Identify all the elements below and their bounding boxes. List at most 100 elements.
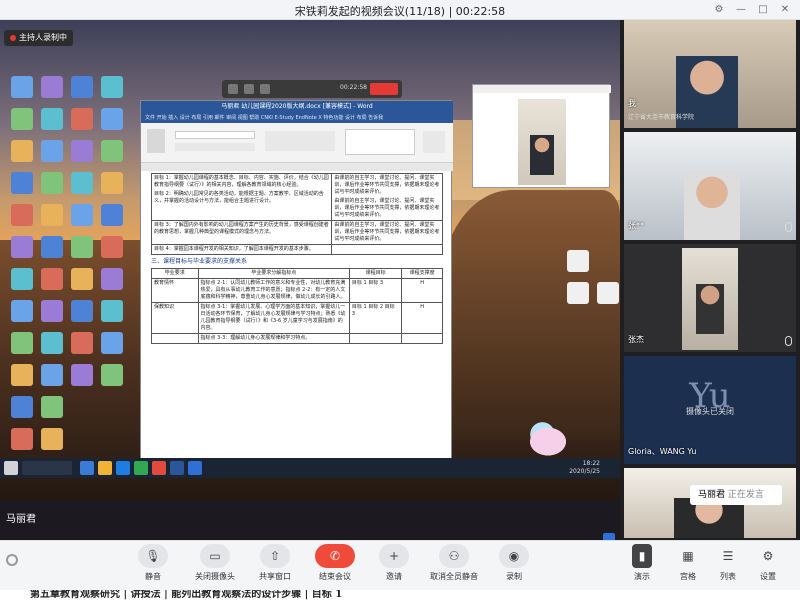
record-button[interactable]: ◉ 录制 [486,540,542,590]
layout-button[interactable]: ▮ 演示 [622,540,662,590]
taskbar-app-icon[interactable] [188,461,202,475]
participant-name: 张** [628,221,644,230]
participant-tile[interactable]: 张杰 [624,244,796,352]
mic-icon[interactable] [228,84,238,94]
goal-cell: 目标 3：了解国内外有影响的幼儿园课程方案产生的历史背景，感受课程创建者的教育思… [151,220,333,245]
end-meeting-button[interactable]: ✆ 结束会议 [307,540,363,590]
participant-sidebar[interactable]: 我 辽宁省大连市教育科学院 张** 张杰 Yu 摄像头已关闭 Gloria、WA… [620,20,800,540]
editing-icon[interactable] [423,131,445,153]
paste-icon[interactable] [147,129,165,153]
maximize-button[interactable]: □ [756,3,770,17]
word-menu[interactable]: 文件 开始 插入 设计 布局 引用 邮件 审阅 视图 帮助 CNKI E-Stu… [141,113,453,123]
start-icon[interactable] [4,461,18,475]
desktop-icon[interactable] [94,108,130,132]
record-dot-icon [10,34,16,41]
mini-video-window[interactable] [472,84,611,188]
settings-button[interactable]: ⚙ 设置 [750,540,786,590]
table-row: 教育情怀 指标点 2-1：认同幼儿教师工作的意义和专业性，对幼儿教育充满热爱，具… [151,278,443,303]
share-window-button[interactable]: ⇧ 共享窗口 [247,540,303,590]
file-icon [71,236,93,258]
sticker-image [520,420,576,456]
hangup-icon: ✆ [315,544,355,568]
person-silhouette [696,284,724,334]
file-icon [11,76,33,98]
desktop-icon[interactable] [94,268,130,292]
unmute-all-icon: ⚇ [439,544,469,568]
file-icon [101,268,123,290]
desktop-icon[interactable] [34,428,70,452]
desktop-icon[interactable] [94,236,130,260]
file-icon [71,364,93,386]
file-icon [567,282,589,304]
desktop-icon[interactable] [94,300,130,324]
desktop-icon[interactable] [94,204,130,228]
app-logo [6,554,18,566]
participant-org: 辽宁省大连市教育科学院 [628,114,695,121]
recording-label: 主持人录制中 [19,33,67,42]
settings-icon[interactable]: ⚙ [712,3,726,17]
font-select[interactable] [175,131,255,139]
windows-taskbar[interactable]: 18:22 2020/5/25 [0,458,620,478]
paragraph-buttons[interactable] [265,131,335,151]
speaking-status: 正在发言 [727,490,764,500]
file-icon [11,364,33,386]
desktop-icon[interactable] [590,282,620,306]
file-icon [41,268,63,290]
file-icon [11,172,33,194]
file-icon [71,268,93,290]
file-icon [71,76,93,98]
taskbar-app-icon[interactable] [80,461,94,475]
taskbar-app-icon[interactable] [116,461,130,475]
taskbar-app-icon[interactable] [134,461,148,475]
floating-controls[interactable]: 00:22:58 [222,80,402,98]
shared-screen[interactable]: 主持人录制中 00:22:58 马丽君 幼儿园课程2020版大纲.docx [兼… [0,20,620,540]
desktop-icon[interactable] [94,332,130,356]
section-heading: 三、课程目标与毕业要求的支撑关系 [151,258,248,265]
file-icon [101,76,123,98]
taskbar-app-icon[interactable] [170,461,184,475]
file-icon [41,364,63,386]
camera-icon[interactable] [244,84,254,94]
taskbar-app-icon[interactable] [98,461,112,475]
camera-off-button[interactable]: ▭ 关闭摄像头 [187,540,243,590]
participant-tile[interactable]: 张** [624,132,796,240]
taskbar-app-icon[interactable] [152,461,166,475]
end-share-button[interactable] [370,83,398,95]
file-icon [101,332,123,354]
file-icon [71,300,93,322]
invite-button[interactable]: + 邀请 [366,540,422,590]
method-cell: 由课前的自主学习，课堂讨论、提问、课堂实训，课后作业等环节共同支撑，依据期末理论… [331,173,443,221]
microphone-icon: 🎙 [138,544,168,568]
list-button[interactable]: ☰ 列表 [708,540,748,590]
close-button[interactable]: ✕ [778,3,792,17]
presenter-name: 马丽君 [6,514,36,525]
font-format-buttons[interactable] [175,143,255,151]
unmute-all-button[interactable]: ⚇ 取消全员静音 [426,540,482,590]
word-window[interactable]: 马丽君 幼儿园课程2020版大纲.docx [兼容模式] - Word 文件 开… [140,100,453,460]
share-info-icon[interactable] [603,533,615,540]
file-icon [567,250,589,272]
file-icon [597,282,619,304]
mute-button[interactable]: 🎙 静音 [125,540,181,590]
taskbar-search[interactable] [22,461,72,475]
mini-video-titlebar[interactable] [473,85,611,93]
file-icon [41,396,63,418]
desktop-icon[interactable] [560,250,596,274]
participant-tile[interactable]: Yu 摄像头已关闭 Gloria、WANG Yu [624,356,796,464]
participant-video [682,248,738,350]
grid-button[interactable]: ▦ 宫格 [668,540,708,590]
participant-tile[interactable]: 我 辽宁省大连市教育科学院 [624,20,796,128]
styles-gallery[interactable] [345,129,415,155]
document-page[interactable]: 目标 1：掌握幼儿园课程的基本概念、目标、内容、实施、评价，结合《幼儿园教育指导… [151,173,443,459]
desktop-icon[interactable] [94,76,130,100]
file-icon [11,140,33,162]
file-icon [41,204,63,226]
desktop-icon[interactable] [34,396,70,420]
tray-clock[interactable]: 18:22 2020/5/25 [569,460,600,476]
share-icon[interactable] [260,84,270,94]
desktop-icon[interactable] [94,140,130,164]
minimize-button[interactable]: — [734,3,748,17]
desktop-icon[interactable] [94,364,130,388]
desktop-icon[interactable] [94,172,130,196]
word-ribbon[interactable] [141,123,453,163]
